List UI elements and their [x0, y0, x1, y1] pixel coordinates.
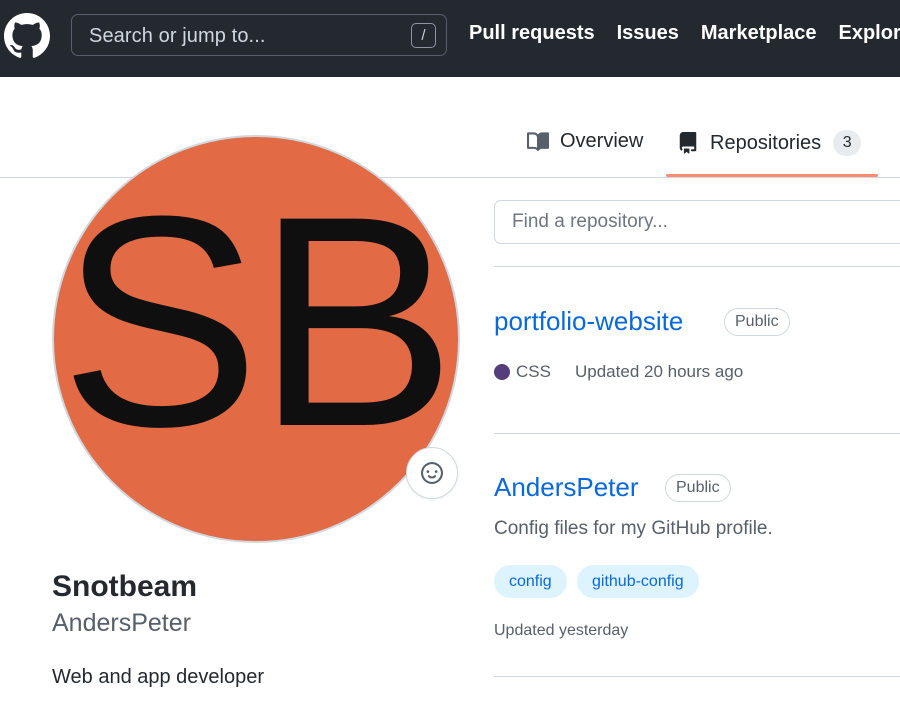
- search-shortcut-key: /: [411, 23, 436, 48]
- repository-count-badge: 3: [833, 130, 862, 156]
- language-color-dot: [494, 364, 510, 380]
- top-navigation-bar: Search or jump to... / Pull requests Iss…: [0, 0, 900, 77]
- repo-list-divider: [494, 266, 900, 267]
- repo-description: Config files for my GitHub profile.: [494, 518, 773, 539]
- avatar[interactable]: SB: [52, 135, 460, 543]
- topic-tag-github-config[interactable]: github-config: [577, 565, 699, 598]
- repo-updated-time: Updated yesterday: [494, 622, 629, 639]
- book-icon: [527, 131, 549, 151]
- repo-name-link[interactable]: portfolio-website: [494, 306, 683, 337]
- repo-icon: [679, 132, 697, 154]
- visibility-badge: Public: [724, 308, 790, 336]
- repo-updated-time: Updated 20 hours ago: [575, 362, 744, 381]
- tab-repositories-label: Repositories: [710, 131, 822, 154]
- profile-bio: Web and app developer: [52, 666, 265, 688]
- repo-language: CSS: [516, 362, 551, 381]
- nav-pull-requests[interactable]: Pull requests: [469, 22, 595, 45]
- tab-overview[interactable]: Overview: [527, 130, 643, 153]
- selected-tab-indicator: [666, 174, 878, 177]
- repo-list-divider: [494, 433, 900, 434]
- set-status-button[interactable]: [406, 447, 458, 499]
- profile-display-name: Snotbeam: [52, 570, 198, 603]
- tab-repositories[interactable]: Repositories 3: [677, 130, 862, 156]
- avatar-initials: SB: [59, 153, 456, 489]
- find-repository-input[interactable]: [494, 200, 900, 244]
- topic-tag-config[interactable]: config: [494, 565, 567, 598]
- global-search-input[interactable]: Search or jump to... /: [71, 14, 447, 56]
- smiley-icon: [421, 462, 443, 484]
- visibility-badge: Public: [665, 474, 731, 502]
- nav-issues[interactable]: Issues: [617, 22, 679, 45]
- tab-overview-label: Overview: [560, 130, 644, 152]
- nav-explore[interactable]: Explore: [839, 22, 900, 45]
- repo-list-divider: [494, 676, 900, 677]
- header-nav: Pull requests Issues Marketplace Explore: [469, 22, 900, 45]
- nav-marketplace[interactable]: Marketplace: [701, 22, 817, 45]
- repo-name-link[interactable]: AndersPeter: [494, 472, 639, 503]
- github-logo-icon[interactable]: [4, 13, 50, 59]
- search-placeholder: Search or jump to...: [89, 25, 266, 47]
- profile-username: AndersPeter: [52, 609, 191, 637]
